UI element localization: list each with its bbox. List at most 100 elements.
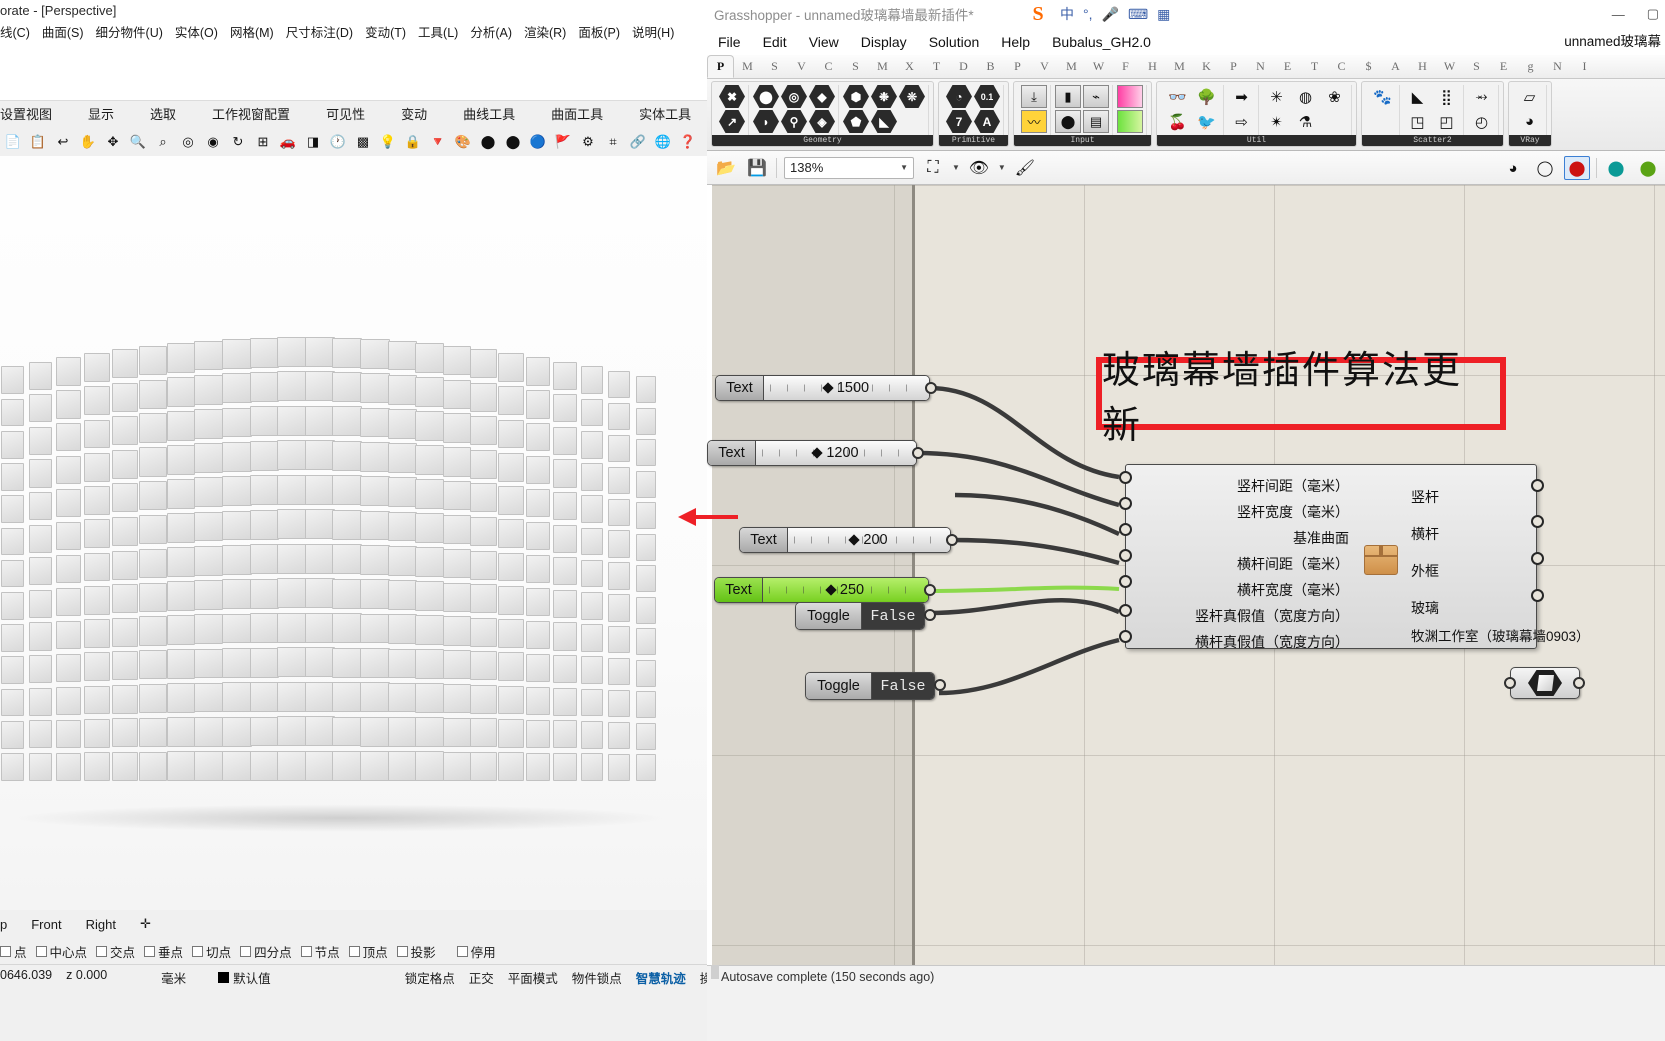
gradient-icon[interactable] (1117, 85, 1143, 108)
spider-icon[interactable]: ✳ (1263, 85, 1290, 108)
rhino-toolbar-tab[interactable]: 选取 (132, 104, 194, 123)
rotate-view-icon[interactable]: ↻ (227, 130, 249, 152)
gh-tab[interactable]: S (1463, 55, 1490, 78)
colorwheel-icon[interactable]: 🎨 (452, 130, 474, 152)
gh-tab[interactable]: M (1058, 55, 1085, 78)
cluster-input-port[interactable] (1119, 630, 1132, 643)
gh-tab[interactable]: W (1085, 55, 1112, 78)
move-icon[interactable]: ✥ (102, 130, 124, 152)
gh-tab[interactable]: H (1409, 55, 1436, 78)
rhino-viewport-tab[interactable]: p (0, 917, 19, 932)
plane-icon[interactable]: ◈ (809, 110, 835, 133)
rhino-menu-item[interactable]: 工具(L) (412, 22, 464, 41)
rhino-viewport-tab[interactable]: Right (74, 917, 128, 932)
wireframe-icon[interactable]: ◯ (1532, 156, 1558, 180)
number-slider[interactable]: Text 250 (714, 577, 929, 603)
boolean-toggle[interactable]: Toggle False (805, 672, 935, 700)
mesh-face-icon[interactable]: ❊ (899, 85, 925, 108)
boolean-icon[interactable]: ◔ (946, 85, 972, 108)
status-toggle[interactable]: 正交 (469, 968, 508, 987)
gh-tab[interactable]: N (1544, 55, 1571, 78)
slider-output-port[interactable] (925, 382, 937, 394)
sphere-dark-icon[interactable]: ⬤ (502, 130, 524, 152)
group-icon[interactable]: ◣ (871, 110, 897, 133)
gh-tab[interactable]: K (1193, 55, 1220, 78)
cluster-input-port[interactable] (1119, 497, 1132, 510)
gh-tab[interactable]: I (1571, 55, 1598, 78)
flag-icon[interactable]: 🚩 (552, 130, 574, 152)
rhino-toolbar-tab[interactable]: 曲线工具 (445, 104, 533, 123)
toggle-state[interactable]: False (872, 673, 934, 699)
spark-icon[interactable]: ✴ (1263, 110, 1290, 133)
gh-tab[interactable]: C (1328, 55, 1355, 78)
cluster-output-port[interactable] (1531, 515, 1544, 528)
slider-handle-icon[interactable] (811, 447, 824, 459)
slider-handle-icon[interactable] (822, 382, 834, 394)
slider-output-port[interactable] (946, 534, 958, 546)
zoom-selected-icon[interactable]: ◉ (202, 130, 224, 152)
rhino-toolbar-tab[interactable]: 工作视窗配置 (194, 104, 308, 123)
eye-preview-icon[interactable]: 👁 (967, 157, 991, 179)
rhino-toolbar-tab[interactable]: 可见性 (308, 104, 383, 123)
gh-menu-help[interactable]: Help (990, 34, 1041, 50)
gh-menu-bubalus[interactable]: Bubalus_GH2.0 (1041, 34, 1162, 50)
slider-label[interactable]: Text (716, 376, 764, 400)
status-layer[interactable]: 默认值 (200, 968, 285, 987)
circle-point-icon[interactable]: ◴ (1468, 110, 1495, 133)
slider-label[interactable]: Text (740, 528, 788, 552)
osnap-item[interactable]: 交点 (96, 942, 144, 961)
rhino-toolbar-tab[interactable]: 显示 (70, 104, 132, 123)
slider-track[interactable]: 1200 (756, 441, 916, 465)
scatter-curve-icon[interactable]: ⥇ (1468, 85, 1495, 108)
undo-icon[interactable]: ↩ (52, 130, 74, 152)
save-disk-icon[interactable]: 💾 (745, 157, 769, 179)
gh-menu-solution[interactable]: Solution (918, 34, 991, 50)
slider-handle-icon[interactable] (848, 534, 861, 546)
vray-render-icon[interactable]: ◕ (1516, 110, 1543, 133)
slider-handle-icon[interactable] (825, 584, 837, 596)
sphere-pink-icon[interactable]: ◍ (1292, 85, 1319, 108)
rhino-menu-item[interactable]: 分析(A) (464, 22, 518, 41)
sphere-grey-icon[interactable]: ⬤ (477, 130, 499, 152)
gh-tab[interactable]: M (734, 55, 761, 78)
vector-icon[interactable]: ↗ (719, 110, 745, 133)
gh-tab[interactable]: C (815, 55, 842, 78)
rhino-menu-item[interactable]: 面板(P) (572, 22, 626, 41)
zoom-level-select[interactable]: 138% ▼ (784, 156, 914, 179)
copy-icon[interactable]: 📄 (2, 130, 24, 152)
boolean-toggle-icon[interactable]: ▮ (1055, 85, 1081, 108)
surface-output-port[interactable] (1573, 677, 1585, 689)
number-slider[interactable]: Text 200 (739, 527, 951, 553)
osnap-item[interactable]: 投影 (396, 942, 445, 961)
osnap-item[interactable]: 顶点 (348, 942, 397, 961)
gh-tab[interactable]: E (1274, 55, 1301, 78)
gh-tab[interactable]: D (950, 55, 977, 78)
gh-tab[interactable]: $ (1355, 55, 1382, 78)
text-icon[interactable]: A (974, 110, 1000, 133)
panel-point-icon[interactable]: ◳ (1404, 110, 1431, 133)
gh-tab[interactable]: W (1436, 55, 1463, 78)
cherry-icon[interactable]: 🍒 (1164, 110, 1191, 133)
slider-output-port[interactable] (924, 584, 936, 596)
arrow-right-hollow-icon[interactable]: ⇨ (1228, 110, 1255, 133)
number-slider[interactable]: Text 1200 (707, 440, 917, 466)
gh-tab[interactable]: T (1301, 55, 1328, 78)
surface-param-component[interactable] (1510, 667, 1580, 699)
vray-material-icon[interactable]: ▱ (1516, 85, 1543, 108)
gh-tab[interactable]: F (1112, 55, 1139, 78)
status-resize-handle[interactable] (711, 965, 719, 979)
sogou-logo-icon[interactable]: S (1025, 1, 1051, 27)
osnap-item[interactable]: 点 (0, 942, 36, 961)
point-icon[interactable]: ✖ (719, 85, 745, 108)
line-icon[interactable]: ⚲ (781, 110, 807, 133)
shaded-grey-icon[interactable]: ◕ (1500, 156, 1526, 180)
rhino-menu-item[interactable]: 渲染(R) (518, 22, 572, 41)
graph-mapper-icon[interactable]: 〰 (1021, 110, 1047, 133)
toggle-state[interactable]: False (862, 603, 924, 629)
minimize-icon[interactable]: — (1612, 7, 1625, 22)
osnap-item[interactable]: 四分点 (240, 942, 301, 961)
mesh-icon[interactable]: ❉ (871, 85, 897, 108)
knob-icon[interactable]: ⬤ (1055, 110, 1081, 133)
sphere-blue-icon[interactable]: 🔵 (527, 130, 549, 152)
panel-icon[interactable]: ▤ (1083, 110, 1109, 133)
